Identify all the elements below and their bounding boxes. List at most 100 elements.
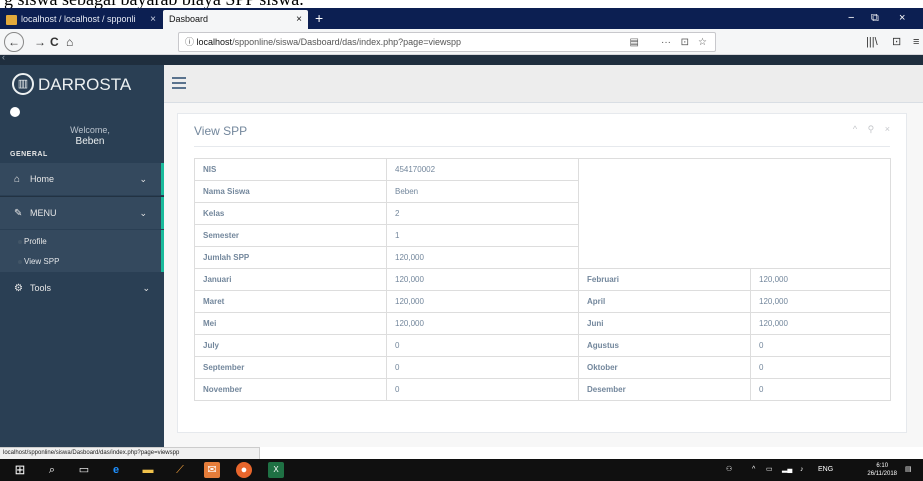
task-view-icon[interactable]: ▭ (76, 462, 92, 478)
sidebar-item-label: MENU (30, 208, 57, 218)
month-amount: 120,000 (386, 290, 579, 313)
scroll-left-mark: ‹ (2, 52, 5, 62)
month-row: July 0 Agustus 0 (194, 334, 891, 357)
network-icon[interactable]: ▂▄ (782, 459, 792, 481)
volume-icon[interactable]: ♪ (800, 459, 804, 481)
forward-icon[interactable]: → (34, 33, 46, 51)
menu-icon[interactable]: ≡ (913, 33, 919, 51)
url-path: /spponline/siswa/Dasboard/das/index.php?… (232, 37, 461, 47)
edge-browser-icon[interactable]: e (108, 462, 124, 478)
url-host: localhost (196, 37, 233, 47)
panel-title: View SPP (194, 124, 248, 138)
sidebar-item-menu[interactable]: ✎ MENU ⌄ (0, 197, 164, 229)
url-bar[interactable]: ⓘ localhost/spponline/siswa/Dasboard/das… (178, 32, 716, 52)
minimize-icon[interactable]: − (848, 8, 854, 29)
phpmyadmin-icon (6, 14, 17, 25)
info-row: NIS 454170002 (194, 158, 891, 269)
info-label: NIS (194, 158, 387, 181)
month-label: Agustus (578, 334, 751, 357)
library-icon[interactable]: |||\ (866, 33, 878, 51)
language-indicator[interactable]: ENG (818, 459, 833, 481)
windows-start-icon[interactable]: ⊞ (12, 462, 28, 478)
bank-icon: ▥ (12, 73, 34, 95)
battery-icon[interactable]: ▭ (766, 459, 773, 481)
month-label: Desember (578, 378, 751, 401)
status-bar-url: localhost/spponline/siswa/Dasboard/das/i… (0, 447, 260, 459)
tab-localhost[interactable]: localhost / localhost / spponli × (0, 10, 162, 29)
back-icon[interactable]: ← (4, 32, 24, 52)
submenu-bullet (18, 240, 22, 244)
month-label: Maret (194, 290, 387, 313)
pocket-icon[interactable]: ⊡ (681, 36, 689, 50)
file-explorer-icon[interactable]: ▬ (140, 462, 156, 478)
month-amount: 120,000 (386, 268, 579, 291)
brand[interactable]: ▥ DARROSTA (12, 73, 131, 97)
close-tab-icon[interactable]: × (150, 10, 156, 29)
user-name: Beben (75, 136, 105, 147)
panel-tools-icons[interactable]: ^ ⚲ × (853, 124, 894, 135)
notifications-icon[interactable]: ▤ (905, 459, 912, 481)
excel-icon[interactable]: X (268, 462, 284, 478)
panel-divider (194, 146, 890, 147)
month-amount: 120,000 (750, 290, 891, 313)
mail-app-icon[interactable]: ✉ (204, 462, 220, 478)
tray-overflow-icon[interactable]: ^ (752, 459, 755, 481)
page-top-strip: ‹ (0, 52, 923, 65)
bookmark-star-icon[interactable]: ☆ (698, 36, 707, 50)
reload-icon[interactable]: C (50, 33, 59, 51)
month-label: July (194, 334, 387, 357)
taskbar: ⊞ ⌕ ▭ e ▬ ⟋ ✉ ● X ⚇ ^ ▭ ▂▄ ♪ ENG 6:10 26… (0, 459, 923, 481)
view-spp-panel: View SPP ^ ⚲ × NIS 454170002 Nama Siswa Beb… (177, 113, 907, 433)
gears-icon: ⚙ (14, 283, 23, 294)
info-value: 1 (386, 224, 579, 247)
site-info-icon[interactable]: ⓘ (185, 37, 194, 47)
section-label-general: GENERAL (10, 151, 48, 158)
search-icon[interactable]: ⌕ (44, 462, 60, 478)
browser-nav-bar: ← → C ⌂ ⓘ localhost/spponline/siswa/Dasb… (0, 29, 923, 55)
people-icon[interactable]: ⚇ (726, 459, 732, 481)
month-label: Mei (194, 312, 387, 335)
browser-tab-bar: localhost / localhost / spponli × Dasboa… (0, 8, 923, 29)
main-content: View SPP ^ ⚲ × NIS 454170002 Nama Siswa Beb… (164, 103, 923, 447)
clock-time: 6:10 (876, 463, 889, 469)
month-row: Januari 120,000 Februari 120,000 (194, 268, 891, 291)
info-value: 2 (386, 202, 579, 225)
info-value: 120,000 (386, 246, 579, 269)
month-amount: 0 (386, 378, 579, 401)
tab-label: localhost / localhost / spponli (21, 14, 136, 24)
close-window-icon[interactable]: × (899, 8, 905, 29)
sidebar-item-view-spp[interactable]: View SPP (24, 256, 59, 268)
info-label: Semester (194, 224, 387, 247)
sidebar-item-profile[interactable]: Profile (24, 236, 47, 248)
month-row: Mei 120,000 Juni 120,000 (194, 312, 891, 335)
close-tab-icon[interactable]: × (296, 10, 302, 29)
sidebar-item-label: Home (30, 174, 55, 184)
xampp-icon[interactable]: ⟋ (172, 462, 188, 478)
month-amount: 120,000 (750, 268, 891, 291)
sidebar-item-home[interactable]: ⌂ Home ⌄ (0, 163, 164, 195)
clock-date: 26/11/2018 (867, 471, 897, 477)
sidebar-item-tools[interactable]: ⚙ Tools ⌄ (0, 272, 164, 304)
page-actions-icon[interactable]: ··· (661, 36, 671, 50)
month-amount: 0 (750, 378, 891, 401)
month-amount: 120,000 (386, 312, 579, 335)
chevron-down-icon: ⌄ (139, 174, 147, 184)
maximize-icon[interactable]: ⧉ (871, 8, 879, 29)
chevron-down-icon: ⌄ (139, 208, 147, 218)
reader-view-icon[interactable]: ▤ (630, 36, 639, 50)
empty-cell (578, 158, 891, 269)
firefox-icon[interactable]: ● (236, 462, 252, 478)
month-label: Oktober (578, 356, 751, 379)
clock[interactable]: 6:10 26/11/2018 (867, 462, 897, 478)
sidebar-footer (0, 435, 164, 447)
month-row: Maret 120,000 April 120,000 (194, 290, 891, 313)
month-amount: 0 (386, 334, 579, 357)
welcome-text: Welcome, (70, 125, 110, 135)
tab-dasboard[interactable]: Dasboard × (163, 10, 308, 29)
hamburger-menu-icon[interactable] (172, 77, 186, 92)
info-label: Nama Siswa (194, 180, 387, 203)
home-icon[interactable]: ⌂ (66, 33, 73, 51)
new-tab-button[interactable]: + (315, 8, 323, 29)
month-label: Februari (578, 268, 751, 291)
sidebar-toggle-icon[interactable]: ⊡ (892, 33, 901, 51)
